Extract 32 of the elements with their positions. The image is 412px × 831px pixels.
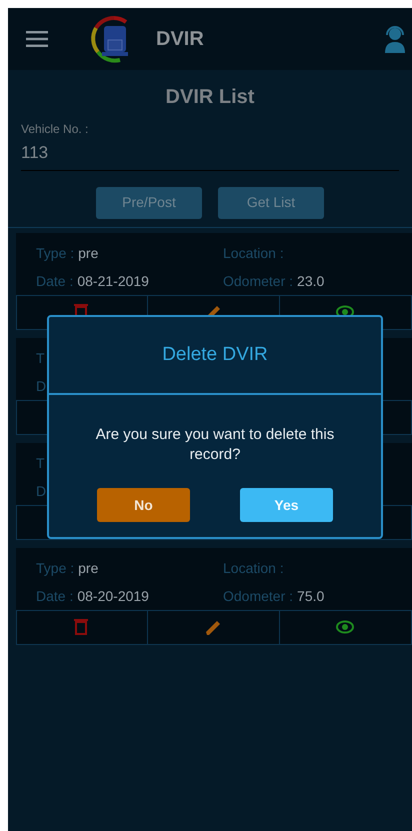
yes-button[interactable]: Yes — [240, 488, 333, 522]
field-label: D — [36, 377, 46, 396]
field-label: Date : — [36, 587, 74, 606]
field-label: D — [36, 482, 46, 501]
dialog-message: Are you sure you want to delete this record? — [94, 425, 336, 465]
field-value: 75.0 — [297, 587, 324, 606]
dialog-title: Delete DVIR — [162, 342, 268, 367]
field-label: Location : — [223, 244, 284, 262]
field-label: T — [36, 454, 45, 472]
no-button[interactable]: No — [97, 488, 190, 522]
action-button[interactable]: Pre/Post — [96, 186, 202, 218]
field-label: Odometer : — [223, 587, 294, 606]
field-label: Location : — [223, 558, 284, 578]
field-label: Date : — [36, 272, 74, 291]
field-value: pre — [78, 244, 98, 263]
eye-icon[interactable] — [336, 618, 354, 636]
pencil-icon[interactable] — [204, 618, 222, 636]
field-label: Type : — [36, 244, 74, 263]
vehicle-field[interactable]: 113 — [21, 140, 399, 170]
action-button[interactable]: Get List — [218, 186, 324, 218]
vehicle-label: Vehicle No. : — [21, 121, 90, 138]
menu-icon[interactable] — [26, 31, 48, 47]
field-value: pre — [78, 558, 98, 578]
field-label: Odometer : — [223, 272, 294, 291]
support-agent-icon[interactable] — [384, 25, 406, 53]
page-title: DVIR List — [166, 85, 254, 110]
field-label: T — [36, 348, 45, 368]
field-label: Type : — [36, 558, 74, 578]
field-value: 23.0 — [297, 272, 324, 291]
field-value: 08-20-2019 — [77, 587, 149, 606]
field-value: 08-21-2019 — [77, 272, 149, 291]
app-title: DVIR — [156, 27, 204, 52]
